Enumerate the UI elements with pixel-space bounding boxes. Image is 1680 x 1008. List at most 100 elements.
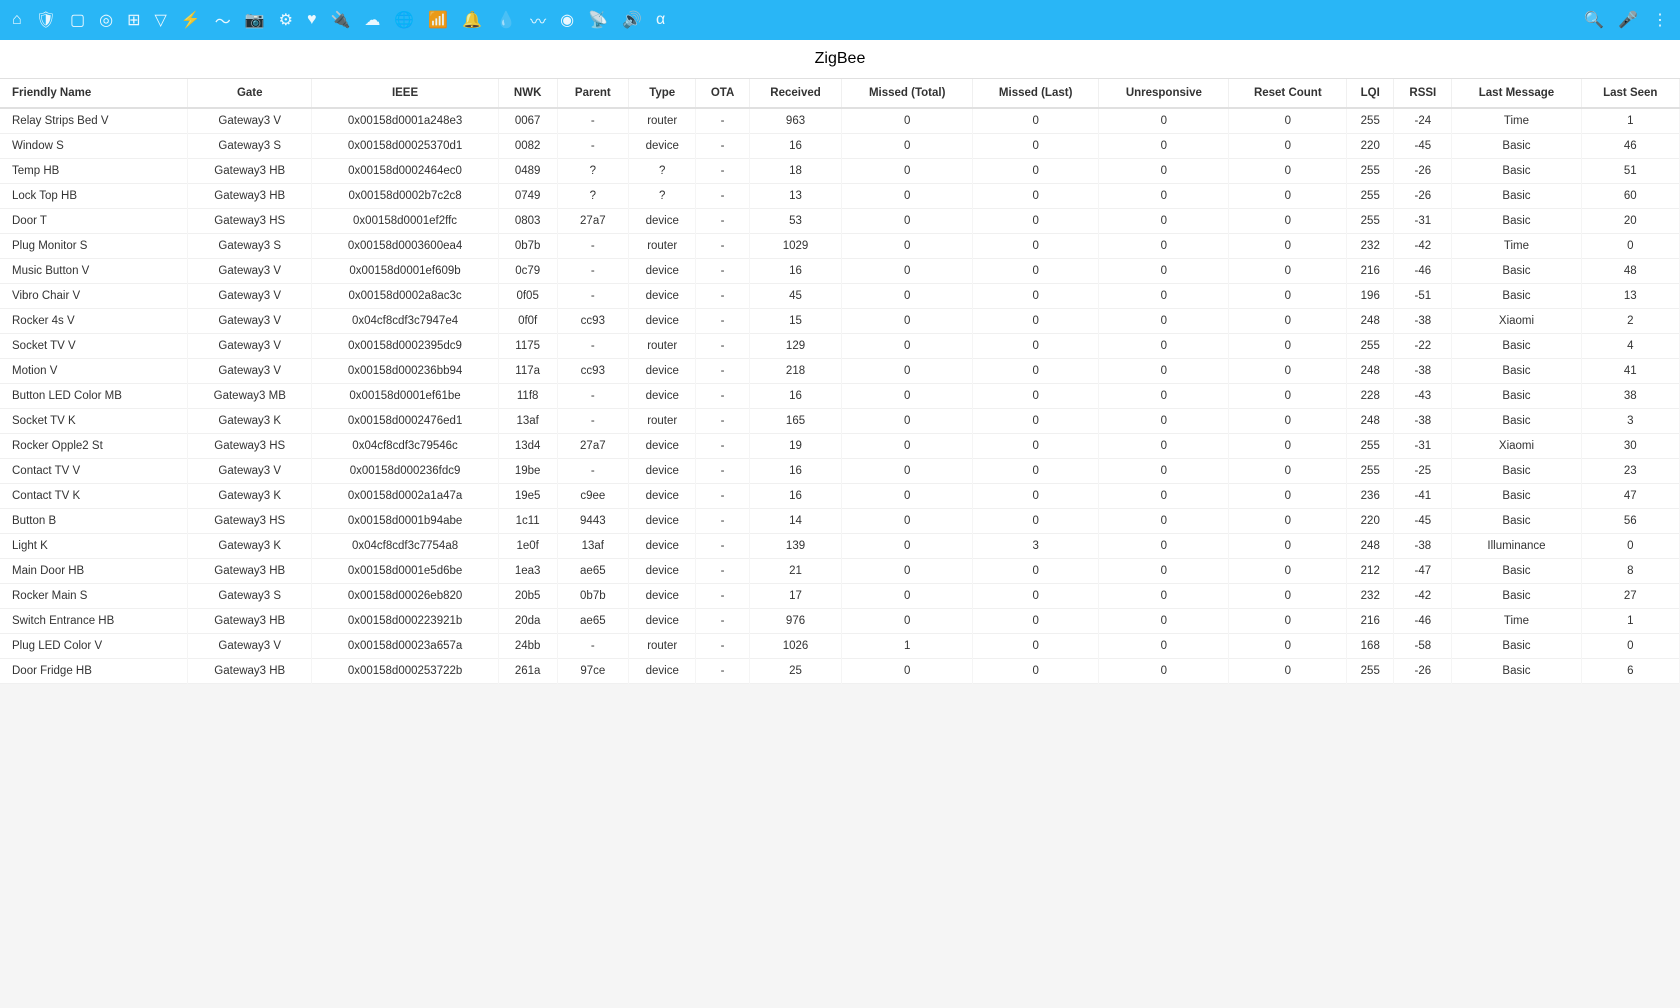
wifi-alt-icon[interactable]: 〜	[215, 8, 231, 32]
search-icon[interactable]: 🔍	[1584, 10, 1604, 30]
cell-8-6: -	[696, 309, 749, 334]
cell-3-9: 0	[973, 184, 1099, 209]
more-vert-icon[interactable]: ⋮	[1652, 10, 1668, 30]
cell-1-12: 220	[1347, 134, 1394, 159]
cell-11-11: 0	[1229, 384, 1347, 409]
bell-icon[interactable]: 🔔	[462, 10, 482, 30]
cell-17-13: -38	[1394, 534, 1452, 559]
mic-icon[interactable]: 🎤	[1618, 10, 1638, 30]
cell-14-7: 16	[749, 459, 842, 484]
home-icon[interactable]: ⌂	[12, 11, 22, 29]
col-header-unresponsive[interactable]: Unresponsive	[1099, 79, 1229, 108]
radio-icon[interactable]: ◉	[560, 10, 574, 30]
cell-21-8: 1	[842, 634, 973, 659]
col-header-ieee[interactable]: IEEE	[312, 79, 498, 108]
cell-22-3: 261a	[498, 659, 557, 684]
broadcast-icon[interactable]: 📡	[588, 10, 608, 30]
cell-17-2: 0x04cf8cdf3c7754a8	[312, 534, 498, 559]
activity-icon[interactable]: 〰	[530, 8, 546, 32]
heart-icon[interactable]: ♥	[307, 11, 317, 29]
col-header-friendly-name[interactable]: Friendly Name	[0, 79, 188, 108]
cell-6-1: Gateway3 V	[188, 259, 312, 284]
cell-1-1: Gateway3 S	[188, 134, 312, 159]
col-header-gate[interactable]: Gate	[188, 79, 312, 108]
cell-9-3: 1175	[498, 334, 557, 359]
cell-11-0: Button LED Color MB	[0, 384, 188, 409]
cell-14-12: 255	[1347, 459, 1394, 484]
globe-icon[interactable]: 🌐	[394, 10, 414, 30]
cell-4-10: 0	[1099, 209, 1229, 234]
cell-20-10: 0	[1099, 609, 1229, 634]
wifi-icon[interactable]: 📶	[428, 10, 448, 30]
col-header-parent[interactable]: Parent	[557, 79, 628, 108]
alpha-icon[interactable]: α	[656, 11, 665, 29]
cell-21-9: 0	[973, 634, 1099, 659]
cell-4-11: 0	[1229, 209, 1347, 234]
col-header-rssi[interactable]: RSSI	[1394, 79, 1452, 108]
col-header-reset-count[interactable]: Reset Count	[1229, 79, 1347, 108]
cell-6-9: 0	[973, 259, 1099, 284]
cell-2-1: Gateway3 HB	[188, 159, 312, 184]
table-row: Socket TV VGateway3 V0x00158d0002395dc91…	[0, 334, 1680, 359]
cell-12-14: Basic	[1452, 409, 1581, 434]
cell-4-5: device	[628, 209, 696, 234]
col-header-last-seen[interactable]: Last Seen	[1581, 79, 1679, 108]
col-header-received[interactable]: Received	[749, 79, 842, 108]
cell-12-0: Socket TV K	[0, 409, 188, 434]
cell-10-8: 0	[842, 359, 973, 384]
cell-6-2: 0x00158d0001ef609b	[312, 259, 498, 284]
cell-22-11: 0	[1229, 659, 1347, 684]
cell-15-0: Contact TV K	[0, 484, 188, 509]
cloud-icon[interactable]: ☁	[364, 10, 380, 30]
droplet-icon[interactable]: 💧	[496, 10, 516, 30]
gear-icon[interactable]: ⚙	[279, 10, 293, 30]
shield-icon[interactable]: 🛡	[36, 10, 56, 30]
cell-7-7: 45	[749, 284, 842, 309]
col-header-missed--last-[interactable]: Missed (Last)	[973, 79, 1099, 108]
plug-icon[interactable]: 🔌	[331, 10, 351, 30]
cell-19-11: 0	[1229, 584, 1347, 609]
cell-4-8: 0	[842, 209, 973, 234]
cell-19-2: 0x00158d00026eb820	[312, 584, 498, 609]
cell-0-10: 0	[1099, 108, 1229, 134]
cell-7-10: 0	[1099, 284, 1229, 309]
circle-icon[interactable]: ◎	[99, 10, 113, 30]
cell-7-4: -	[557, 284, 628, 309]
grid-icon[interactable]: ⊞	[127, 10, 140, 30]
cell-5-13: -42	[1394, 234, 1452, 259]
cell-19-7: 17	[749, 584, 842, 609]
square-icon[interactable]: ▢	[70, 10, 85, 30]
cell-17-14: Illuminance	[1452, 534, 1581, 559]
lightning-icon[interactable]: ⚡	[181, 10, 201, 30]
cell-8-9: 0	[973, 309, 1099, 334]
cell-3-15: 60	[1581, 184, 1679, 209]
cell-10-14: Basic	[1452, 359, 1581, 384]
cell-21-11: 0	[1229, 634, 1347, 659]
cell-0-0: Relay Strips Bed V	[0, 108, 188, 134]
cell-0-8: 0	[842, 108, 973, 134]
col-header-missed--total-[interactable]: Missed (Total)	[842, 79, 973, 108]
cell-21-12: 168	[1347, 634, 1394, 659]
col-header-lqi[interactable]: LQI	[1347, 79, 1394, 108]
camera-icon[interactable]: 📷	[245, 10, 265, 30]
col-header-nwk[interactable]: NWK	[498, 79, 557, 108]
cell-2-7: 18	[749, 159, 842, 184]
cell-17-12: 248	[1347, 534, 1394, 559]
cell-18-3: 1ea3	[498, 559, 557, 584]
cell-13-5: device	[628, 434, 696, 459]
cell-1-4: -	[557, 134, 628, 159]
col-header-ota[interactable]: OTA	[696, 79, 749, 108]
antenna-icon[interactable]: 🔊	[622, 10, 642, 30]
cell-11-1: Gateway3 MB	[188, 384, 312, 409]
cell-19-14: Basic	[1452, 584, 1581, 609]
col-header-type[interactable]: Type	[628, 79, 696, 108]
col-header-last-message[interactable]: Last Message	[1452, 79, 1581, 108]
cell-11-6: -	[696, 384, 749, 409]
cell-9-11: 0	[1229, 334, 1347, 359]
cell-10-3: 117a	[498, 359, 557, 384]
cell-18-7: 21	[749, 559, 842, 584]
cell-22-2: 0x00158d000253722b	[312, 659, 498, 684]
cell-12-5: router	[628, 409, 696, 434]
cell-15-3: 19e5	[498, 484, 557, 509]
filter-icon[interactable]: ▽	[154, 10, 166, 30]
